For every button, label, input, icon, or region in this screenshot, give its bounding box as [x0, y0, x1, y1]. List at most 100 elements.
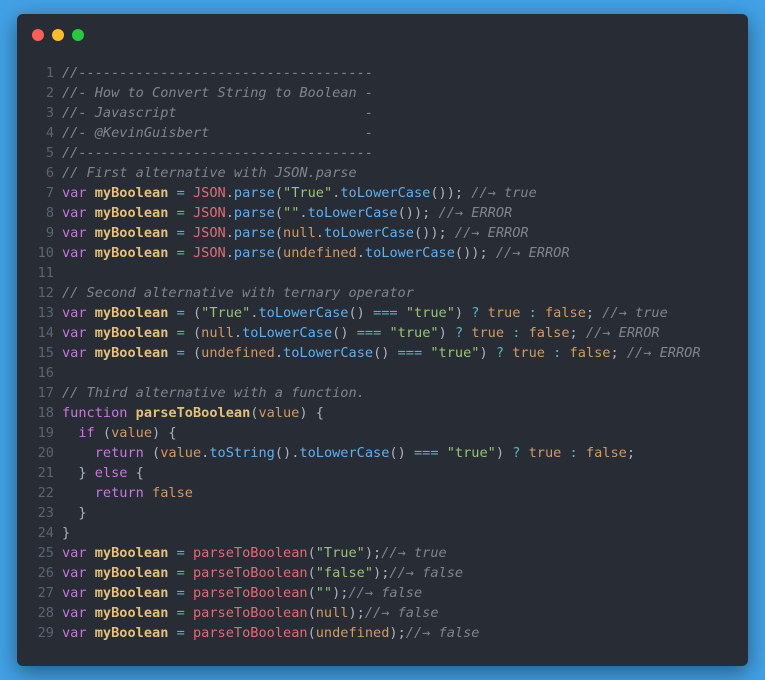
line-number: 3 — [45, 105, 54, 121]
code-token: myBoolean — [94, 625, 169, 641]
code-token: //------------------------------------ — [62, 145, 373, 161]
code-line: 28 var myBoolean = parseToBoolean(null);/… — [17, 603, 748, 623]
code-line: 13 var myBoolean = ("True".toLowerCase() … — [17, 303, 748, 323]
code-line: 24} — [17, 523, 748, 543]
close-button[interactable] — [32, 29, 44, 41]
code-token: () — [389, 445, 414, 461]
code-token: = — [176, 345, 185, 361]
code-token: //→ true — [381, 545, 447, 561]
code-token: myBoolean — [94, 585, 169, 601]
code-token: = — [176, 565, 185, 581]
line-number: 20 — [37, 445, 54, 461]
code-token: // Third alternative with a function. — [62, 385, 365, 401]
line-content: } else { — [62, 463, 144, 483]
code-line: 2 //- How to Convert String to Boolean - — [17, 83, 748, 103]
code-token: parseToBoolean — [192, 565, 308, 581]
code-token: ); — [348, 605, 365, 621]
code-token: parseToBoolean — [192, 625, 308, 641]
code-token: myBoolean — [94, 565, 169, 581]
code-token: toLowerCase — [323, 225, 414, 241]
code-line: 20 return (value.toString().toLowerCase(… — [17, 443, 748, 463]
code-token: toLowerCase — [283, 345, 374, 361]
code-line: 10 var myBoolean = JSON.parse(undefined.t… — [17, 243, 748, 263]
code-token: false — [585, 445, 627, 461]
code-token: ( — [274, 205, 284, 221]
code-token: //→ ERROR — [495, 245, 570, 261]
code-token: value — [160, 445, 202, 461]
line-content: function parseToBoolean(value) { — [62, 403, 324, 423]
code-token: var — [62, 545, 87, 561]
line-content: // Second alternative with ternary opera… — [62, 283, 414, 303]
window-controls — [32, 29, 84, 41]
code-window: 1 //------------------------------------ 2… — [17, 14, 748, 666]
line-number: 27 — [37, 585, 54, 601]
zoom-button[interactable] — [72, 29, 84, 41]
line-number: 7 — [45, 185, 54, 201]
code-token: } — [62, 505, 87, 521]
code-token: ) { — [152, 425, 177, 441]
line-number: 29 — [37, 625, 54, 641]
code-token: null — [201, 325, 234, 341]
line-content: var myBoolean = ("True".toLowerCase() ==… — [62, 303, 668, 323]
code-token: toLowerCase — [364, 245, 455, 261]
code-token: ; — [569, 325, 586, 341]
code-token: "true" — [389, 325, 439, 341]
code-token: // Second alternative with ternary opera… — [62, 285, 414, 301]
code-token: = — [176, 625, 185, 641]
code-token: var — [62, 205, 87, 221]
code-token: ( — [307, 625, 316, 641]
code-token: function — [62, 405, 128, 421]
line-number: 19 — [37, 425, 54, 441]
code-token: ( — [274, 225, 284, 241]
line-content: var myBoolean = parseToBoolean("false");… — [62, 563, 463, 583]
code-token: myBoolean — [94, 305, 169, 321]
code-token: . — [299, 205, 308, 221]
code-token: = — [176, 325, 185, 341]
code-token: else — [94, 465, 128, 481]
code-token: //→ ERROR — [454, 225, 529, 241]
line-number: 2 — [45, 85, 54, 101]
code-token: false — [528, 325, 570, 341]
code-token: "false" — [315, 565, 374, 581]
code-line: 9 var myBoolean = JSON.parse(null.toLower… — [17, 223, 748, 243]
line-number: 9 — [45, 225, 54, 241]
code-token: JSON — [192, 205, 226, 221]
code-token: "true" — [446, 445, 496, 461]
code-token: if — [78, 425, 95, 441]
code-token: : — [569, 445, 578, 461]
code-line: 5 //------------------------------------ — [17, 143, 748, 163]
code-line: 6 // First alternative with JSON.parse — [17, 163, 748, 183]
code-token: = — [176, 605, 185, 621]
line-number: 13 — [37, 305, 54, 321]
code-token: //→ true — [471, 185, 537, 201]
code-token: ( — [274, 185, 284, 201]
code-token: JSON — [192, 225, 226, 241]
code-line: 1 //------------------------------------ — [17, 63, 748, 83]
code-line: 26 var myBoolean = parseToBoolean("false"… — [17, 563, 748, 583]
minimize-button[interactable] — [52, 29, 64, 41]
code-line: 11 — [17, 263, 748, 283]
code-token: toLowerCase — [307, 205, 398, 221]
line-number: 15 — [37, 345, 54, 361]
code-token: parse — [233, 185, 275, 201]
code-token: myBoolean — [94, 545, 169, 561]
line-number: 23 — [37, 505, 54, 521]
code-token: () — [373, 345, 398, 361]
code-token: ( — [143, 445, 161, 461]
